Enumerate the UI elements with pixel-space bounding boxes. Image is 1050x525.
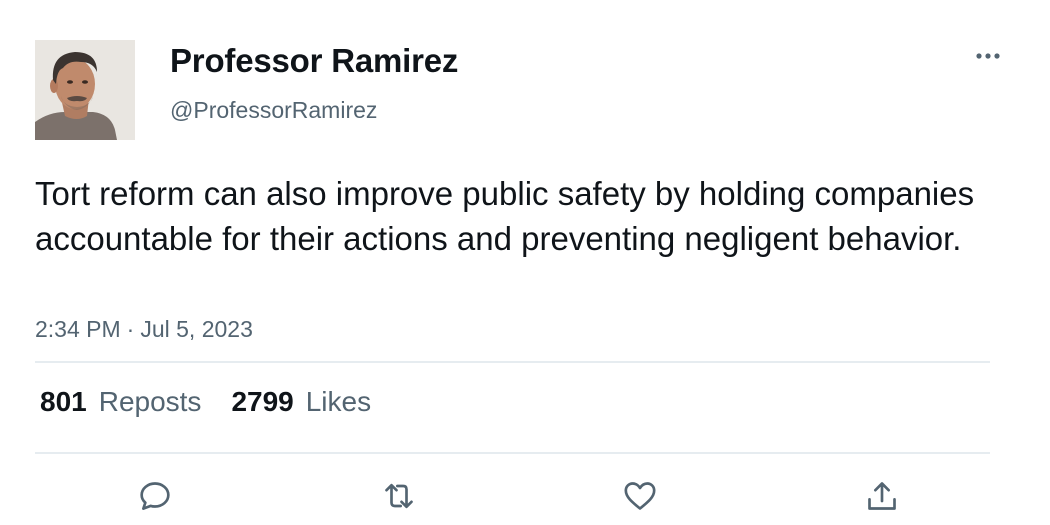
more-icon bbox=[976, 53, 1000, 59]
likes-count: 2799 bbox=[231, 386, 294, 417]
like-button[interactable] bbox=[618, 474, 662, 518]
action-bar bbox=[0, 470, 1050, 520]
heart-icon bbox=[624, 482, 656, 510]
tweet-timestamp[interactable]: 2:34 PM · Jul 5, 2023 bbox=[35, 316, 253, 343]
person-portrait-icon bbox=[35, 40, 135, 140]
timestamp-separator: · bbox=[126, 316, 135, 342]
tweet-text: Tort reform can also improve public safe… bbox=[35, 175, 975, 257]
engagement-stats: 801 Reposts 2799 Likes bbox=[40, 386, 371, 418]
likes-stat[interactable]: 2799 Likes bbox=[231, 386, 371, 418]
repost-icon bbox=[385, 483, 413, 509]
author-display-name[interactable]: Professor Ramirez bbox=[170, 42, 458, 80]
repost-button[interactable] bbox=[377, 474, 421, 518]
divider bbox=[35, 361, 990, 363]
reply-button[interactable] bbox=[133, 474, 177, 518]
more-options-button[interactable] bbox=[968, 38, 1008, 74]
reposts-count: 801 bbox=[40, 386, 87, 417]
divider bbox=[35, 452, 990, 454]
tweet-time[interactable]: 2:34 PM bbox=[35, 316, 121, 343]
tweet-date[interactable]: Jul 5, 2023 bbox=[140, 316, 253, 343]
likes-label: Likes bbox=[305, 386, 372, 417]
author-handle[interactable]: @ProfessorRamirez bbox=[170, 97, 377, 124]
reply-icon bbox=[140, 482, 170, 510]
avatar[interactable] bbox=[35, 40, 135, 140]
reposts-label: Reposts bbox=[98, 386, 202, 417]
share-button[interactable] bbox=[860, 474, 904, 518]
reposts-stat[interactable]: 801 Reposts bbox=[40, 386, 201, 418]
share-icon bbox=[868, 482, 896, 510]
